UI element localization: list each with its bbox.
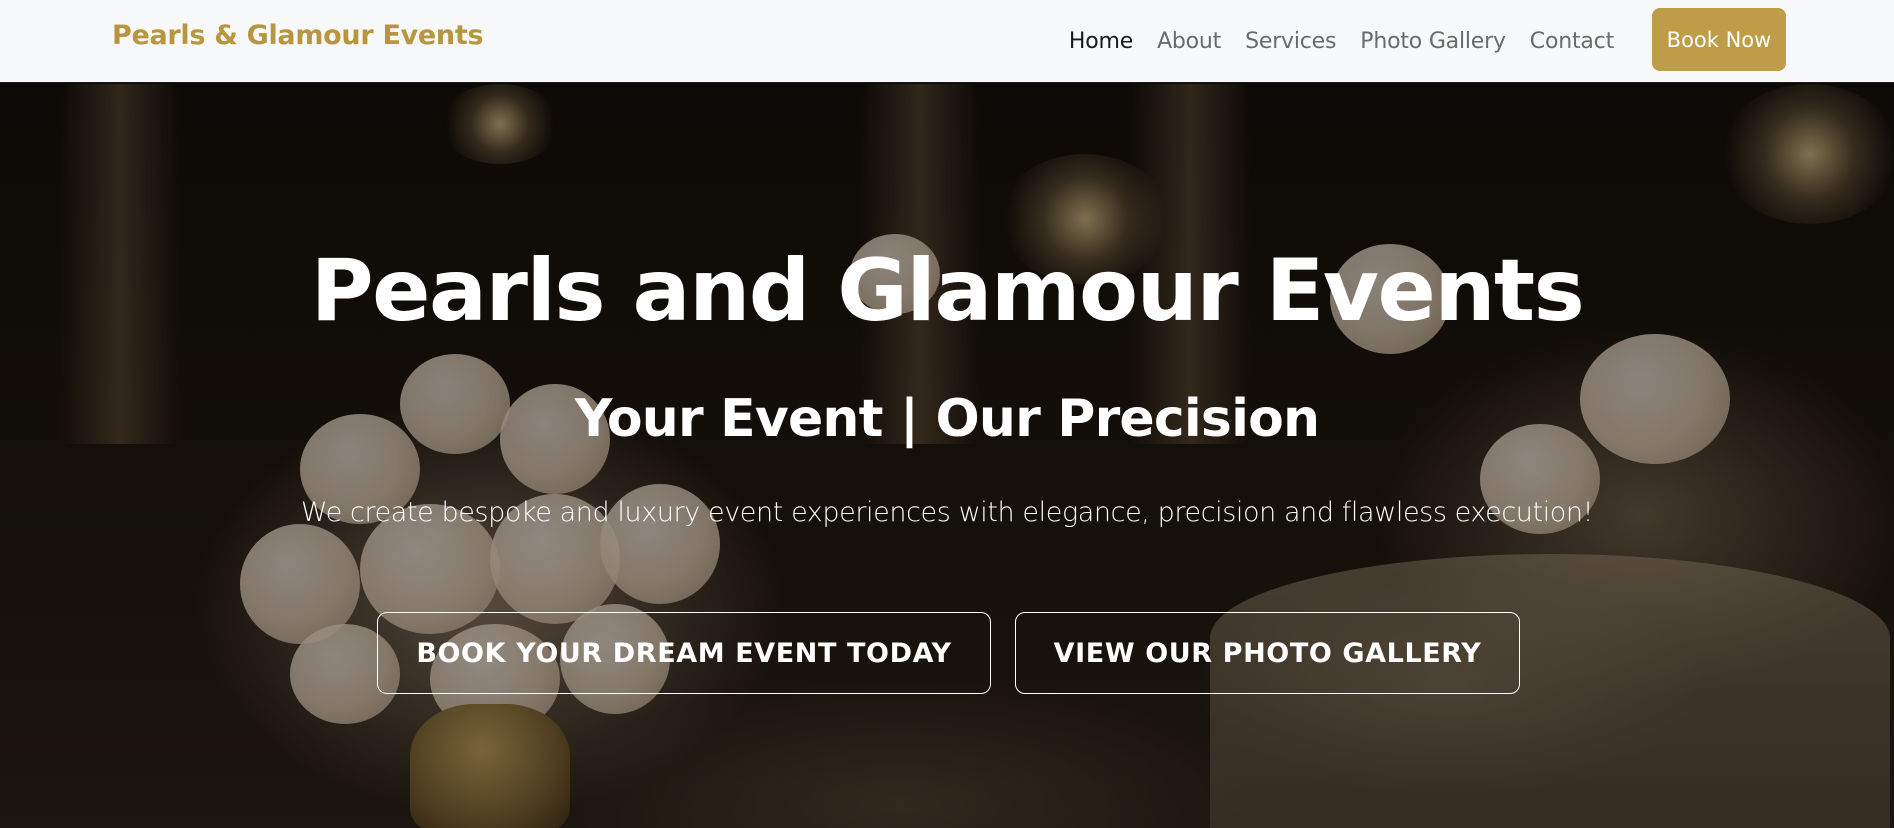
nav-link-home[interactable]: Home xyxy=(1069,29,1133,54)
nav-link-photo-gallery[interactable]: Photo Gallery xyxy=(1360,29,1506,54)
hero-subtitle: Your Event | Our Precision xyxy=(574,389,1320,449)
brand-logo-link[interactable]: Pearls & Glamour Events xyxy=(112,20,484,51)
book-dream-event-button[interactable]: BOOK YOUR DREAM EVENT TODAY xyxy=(377,612,991,694)
nav-link-contact[interactable]: Contact xyxy=(1530,29,1614,54)
nav-link-about[interactable]: About xyxy=(1157,29,1221,54)
book-now-button[interactable]: Book Now xyxy=(1652,8,1786,71)
view-photo-gallery-button[interactable]: VIEW OUR PHOTO GALLERY xyxy=(1015,612,1520,694)
top-navbar: Pearls & Glamour Events Home About Servi… xyxy=(0,0,1894,83)
hero-description: We create bespoke and luxury event exper… xyxy=(300,497,1594,528)
hero-dark-overlay xyxy=(0,84,1894,828)
main-nav: Home About Services Photo Gallery Contac… xyxy=(1069,0,1614,83)
hero-title: Pearls and Glamour Events xyxy=(310,241,1585,341)
hero-section: Pearls and Glamour Events Your Event | O… xyxy=(0,84,1894,828)
nav-link-services[interactable]: Services xyxy=(1245,29,1336,54)
